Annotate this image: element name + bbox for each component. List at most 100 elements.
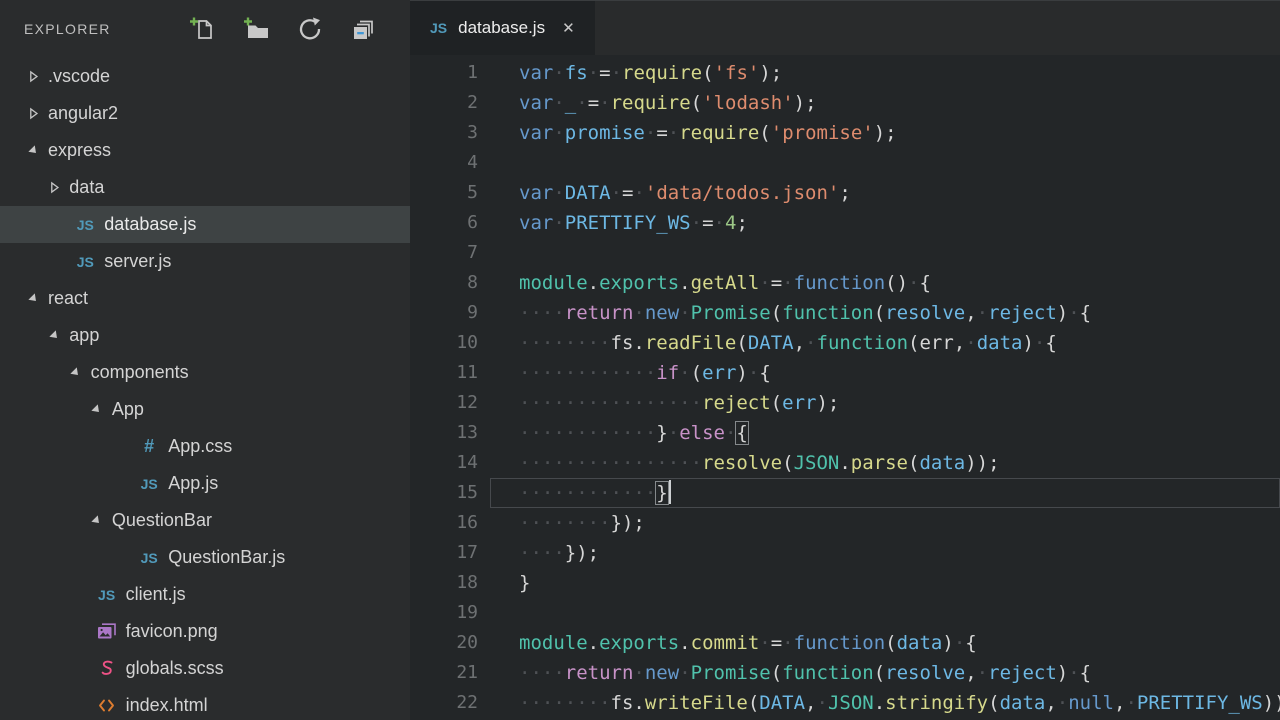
code-line-20: 20module.exports.commit·=·function(data)… bbox=[410, 628, 1280, 658]
code-line-8: 8module.exports.getAll·=·function()·{ bbox=[410, 268, 1280, 298]
code-text[interactable] bbox=[490, 148, 1280, 178]
new-file-icon bbox=[189, 16, 215, 42]
code-text[interactable]: ············if·(err)·{ bbox=[490, 358, 1280, 388]
code-lines: 1var·fs·=·require('fs');2var·_·=·require… bbox=[410, 55, 1280, 720]
code-line-12: 12················reject(err); bbox=[410, 388, 1280, 418]
tree-item-database-js[interactable]: JSdatabase.js bbox=[0, 206, 410, 243]
code-line-9: 9····return·new·Promise(function(resolve… bbox=[410, 298, 1280, 328]
tab-database-js[interactable]: JS database.js ✕ bbox=[410, 1, 595, 55]
code-text[interactable]: ····return·new·Promise(function(resolve,… bbox=[490, 658, 1280, 688]
chevron-collapsed-icon bbox=[27, 107, 40, 120]
code-text[interactable]: ····}); bbox=[490, 538, 1280, 568]
line-number[interactable]: 18 bbox=[410, 568, 490, 598]
code-text[interactable]: } bbox=[490, 568, 1280, 598]
tree-item-globals-scss[interactable]: globals.scss bbox=[0, 650, 410, 687]
tree-item-favicon-png[interactable]: favicon.png bbox=[0, 613, 410, 650]
code-text[interactable]: module.exports.getAll·=·function()·{ bbox=[490, 268, 1280, 298]
new-file-button[interactable] bbox=[189, 16, 215, 42]
tree-item-client-js[interactable]: JSclient.js bbox=[0, 576, 410, 613]
js-file-icon: JS bbox=[77, 254, 94, 270]
tree-item-react[interactable]: react bbox=[0, 280, 410, 317]
code-text[interactable]: ················resolve(JSON.parse(data)… bbox=[490, 448, 1280, 478]
tree-item-questionbar[interactable]: QuestionBar bbox=[0, 502, 410, 539]
code-line-18: 18} bbox=[410, 568, 1280, 598]
line-number[interactable]: 19 bbox=[410, 598, 490, 628]
line-number[interactable]: 14 bbox=[410, 448, 490, 478]
code-line-13: 13············}·else·{ bbox=[410, 418, 1280, 448]
js-file-icon: JS bbox=[141, 476, 158, 492]
code-text[interactable]: var·fs·=·require('fs'); bbox=[490, 58, 1280, 88]
code-text[interactable]: var·DATA·=·'data/todos.json'; bbox=[490, 178, 1280, 208]
code-text[interactable]: module.exports.commit·=·function(data)·{ bbox=[490, 628, 1280, 658]
tree-item-app[interactable]: App bbox=[0, 391, 410, 428]
line-number[interactable]: 20 bbox=[410, 628, 490, 658]
tab-close-icon[interactable]: ✕ bbox=[562, 19, 575, 37]
refresh-button[interactable] bbox=[297, 16, 323, 42]
tree-item-express[interactable]: express bbox=[0, 132, 410, 169]
line-number[interactable]: 1 bbox=[410, 58, 490, 88]
line-number[interactable]: 8 bbox=[410, 268, 490, 298]
collapse-all-button[interactable] bbox=[351, 16, 377, 42]
line-number[interactable]: 9 bbox=[410, 298, 490, 328]
tree-item-server-js[interactable]: JSserver.js bbox=[0, 243, 410, 280]
tree-item-index-html[interactable]: index.html bbox=[0, 687, 410, 720]
code-text[interactable]: ········fs.writeFile(DATA,·JSON.stringif… bbox=[490, 688, 1280, 718]
code-line-21: 21····return·new·Promise(function(resolv… bbox=[410, 658, 1280, 688]
code-line-2: 2var·_·=·require('lodash'); bbox=[410, 88, 1280, 118]
text-cursor bbox=[669, 480, 671, 504]
line-number[interactable]: 6 bbox=[410, 208, 490, 238]
explorer-header: EXPLORER bbox=[0, 0, 410, 58]
new-folder-icon bbox=[243, 16, 269, 42]
line-number[interactable]: 10 bbox=[410, 328, 490, 358]
line-number[interactable]: 17 bbox=[410, 538, 490, 568]
code-line-15: 15············} bbox=[410, 478, 1280, 508]
tree-item-data[interactable]: data bbox=[0, 169, 410, 206]
line-number[interactable]: 22 bbox=[410, 688, 490, 718]
line-number[interactable]: 4 bbox=[410, 148, 490, 178]
chevron-expanded-icon bbox=[90, 403, 103, 416]
code-text[interactable]: var·PRETTIFY_WS·=·4; bbox=[490, 208, 1280, 238]
line-number[interactable]: 12 bbox=[410, 388, 490, 418]
new-folder-button[interactable] bbox=[243, 16, 269, 42]
code-text[interactable]: ········fs.readFile(DATA,·function(err,·… bbox=[490, 328, 1280, 358]
css-file-icon: # bbox=[144, 436, 154, 457]
explorer-title: EXPLORER bbox=[24, 21, 189, 37]
tree-item-label: favicon.png bbox=[126, 621, 218, 642]
code-text-current-line[interactable]: ············} bbox=[490, 478, 1280, 508]
code-text[interactable]: ················reject(err); bbox=[490, 388, 1280, 418]
tree-item-label: react bbox=[48, 288, 88, 309]
tree-item-app[interactable]: app bbox=[0, 317, 410, 354]
line-number[interactable]: 7 bbox=[410, 238, 490, 268]
tree-item-app-css[interactable]: # App.css bbox=[0, 428, 410, 465]
tab-title: database.js bbox=[458, 18, 545, 38]
code-text[interactable] bbox=[490, 598, 1280, 628]
line-number[interactable]: 11 bbox=[410, 358, 490, 388]
tree-item-angular2[interactable]: angular2 bbox=[0, 95, 410, 132]
tree-item-label: App.js bbox=[168, 473, 218, 494]
code-text[interactable]: ············}·else·{ bbox=[490, 418, 1280, 448]
tree-item-label: App.css bbox=[168, 436, 232, 457]
bracket-match-highlight: { bbox=[736, 422, 747, 444]
code-line-10: 10········fs.readFile(DATA,·function(err… bbox=[410, 328, 1280, 358]
line-number[interactable]: 15 bbox=[410, 478, 490, 508]
tree-item-label: components bbox=[91, 362, 189, 383]
code-line-3: 3var·promise·=·require('promise'); bbox=[410, 118, 1280, 148]
code-text[interactable]: var·_·=·require('lodash'); bbox=[490, 88, 1280, 118]
line-number[interactable]: 13 bbox=[410, 418, 490, 448]
tree-item-components[interactable]: components bbox=[0, 354, 410, 391]
line-number[interactable]: 2 bbox=[410, 88, 490, 118]
tree-item--vscode[interactable]: .vscode bbox=[0, 58, 410, 95]
code-text[interactable]: var·promise·=·require('promise'); bbox=[490, 118, 1280, 148]
code-line-1: 1var·fs·=·require('fs'); bbox=[410, 58, 1280, 88]
code-line-16: 16········}); bbox=[410, 508, 1280, 538]
code-text[interactable] bbox=[490, 238, 1280, 268]
line-number[interactable]: 21 bbox=[410, 658, 490, 688]
chevron-collapsed-icon bbox=[27, 70, 40, 83]
line-number[interactable]: 3 bbox=[410, 118, 490, 148]
line-number[interactable]: 5 bbox=[410, 178, 490, 208]
line-number[interactable]: 16 bbox=[410, 508, 490, 538]
code-text[interactable]: ····return·new·Promise(function(resolve,… bbox=[490, 298, 1280, 328]
tree-item-questionbar-js[interactable]: JSQuestionBar.js bbox=[0, 539, 410, 576]
code-text[interactable]: ········}); bbox=[490, 508, 1280, 538]
tree-item-app-js[interactable]: JS App.js bbox=[0, 465, 410, 502]
